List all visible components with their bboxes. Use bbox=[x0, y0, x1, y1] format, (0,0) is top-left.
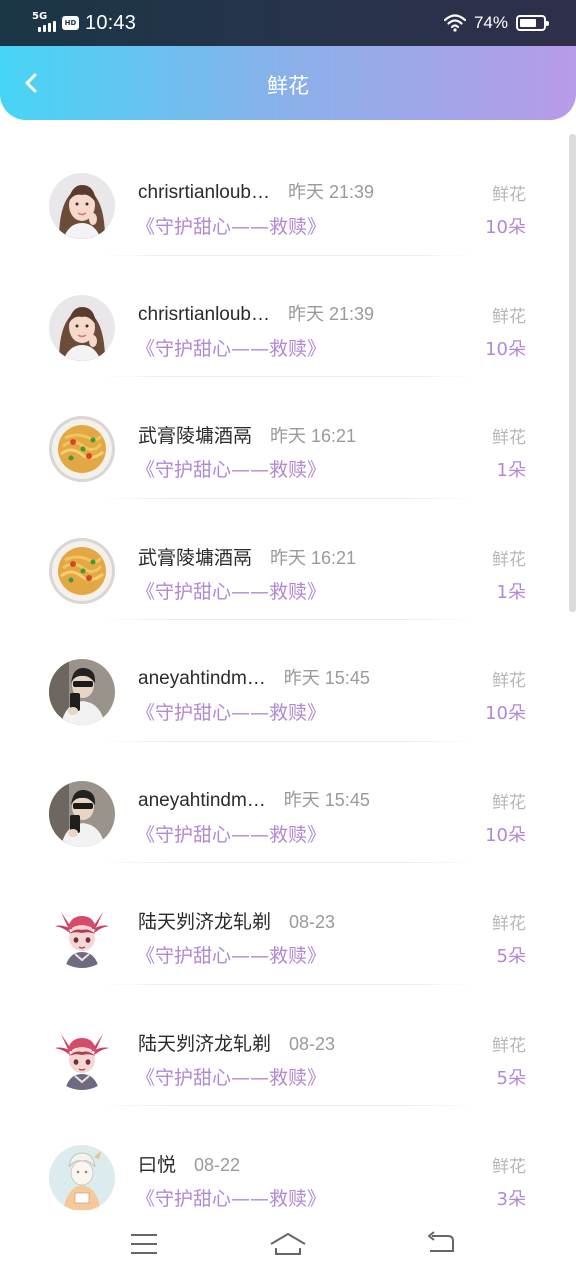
system-nav-bar bbox=[0, 1210, 576, 1280]
status-bar: 5G HD 10:43 74% bbox=[0, 0, 576, 46]
battery-icon bbox=[516, 15, 549, 31]
record-time: 昨天 16:21 bbox=[270, 547, 357, 568]
gift-type-label: 鲜花 bbox=[492, 549, 526, 570]
signal-5g-icon: 5G bbox=[32, 12, 58, 34]
avatar[interactable] bbox=[49, 902, 115, 968]
gift-type-label: 鲜花 bbox=[492, 1035, 526, 1056]
status-left: 5G HD 10:43 bbox=[32, 10, 136, 36]
hd-icon: HD bbox=[62, 16, 79, 30]
flower-count: 10朵 bbox=[485, 703, 526, 724]
record-time: 昨天 15:45 bbox=[283, 668, 370, 688]
book-title-link[interactable]: 《守护甜心——救赎》 bbox=[136, 698, 326, 725]
avatar[interactable] bbox=[49, 537, 115, 604]
chevron-left-icon bbox=[25, 73, 37, 93]
page-title: 鲜花 bbox=[267, 74, 309, 98]
sender-name[interactable]: 武膏陵墉酒鬲 bbox=[138, 543, 252, 570]
book-title-link[interactable]: 《守护甜心——救赎》 bbox=[136, 212, 326, 239]
gift-type-label: 鲜花 bbox=[492, 792, 526, 813]
record-header: chrisrtianloub… 昨天 21:39 bbox=[138, 178, 374, 204]
book-title-link[interactable]: 《守护甜心——救赎》 bbox=[136, 455, 326, 482]
header-bar: 鲜花 bbox=[0, 46, 576, 120]
record-row[interactable]: aneyahtindm… 昨天 15:45 《守护甜心——救赎》 鲜花 10朵 bbox=[0, 742, 576, 863]
flower-record-list[interactable]: chrisrtianloub… 昨天 21:39 《守护甜心——救赎》 鲜花 10朵 c… bbox=[0, 134, 576, 1210]
book-title-link[interactable]: 《守护甜心——救赎》 bbox=[136, 1063, 326, 1090]
avatar[interactable] bbox=[49, 659, 115, 725]
record-row[interactable]: 曰悦 08-22 《守护甜心——救赎》 鲜花 3朵 bbox=[0, 1106, 576, 1210]
menu-button[interactable] bbox=[120, 1224, 168, 1264]
record-row[interactable]: chrisrtianloub… 昨天 21:39 《守护甜心——救赎》 鲜花 10朵 bbox=[0, 256, 576, 377]
flower-count: 10朵 bbox=[485, 217, 526, 238]
record-row[interactable]: 陆天刿济龙轧剃 08-23 《守护甜心——救赎》 鲜花 5朵 bbox=[0, 985, 576, 1106]
record-time: 08-22 bbox=[194, 1155, 241, 1175]
wifi-icon bbox=[443, 14, 466, 32]
flower-count: 1朵 bbox=[496, 460, 526, 481]
record-time: 昨天 15:45 bbox=[283, 789, 370, 810]
flower-count: 5朵 bbox=[496, 1067, 526, 1089]
avatar[interactable] bbox=[49, 1145, 115, 1210]
record-row[interactable]: 陆天刿济龙轧剃 08-23 《守护甜心——救赎》 鲜花 5朵 bbox=[0, 863, 576, 985]
record-header: chrisrtianloub… 昨天 21:39 bbox=[138, 300, 374, 326]
record-header: 陆天刿济龙轧剃 08-23 bbox=[138, 1029, 335, 1056]
avatar[interactable] bbox=[49, 294, 115, 361]
sender-name[interactable]: 陆天刿济龙轧剃 bbox=[138, 1029, 271, 1056]
sender-name[interactable]: 曰悦 bbox=[138, 1150, 176, 1177]
book-title-link[interactable]: 《守护甜心——救赎》 bbox=[136, 334, 326, 361]
battery-percent: 74% bbox=[473, 13, 508, 32]
avatar[interactable] bbox=[49, 780, 115, 847]
gift-type-label: 鲜花 bbox=[492, 428, 526, 448]
record-row[interactable]: 武膏陵墉酒鬲 昨天 16:21 《守护甜心——救赎》 鲜花 1朵 bbox=[0, 499, 576, 620]
gift-type-label: 鲜花 bbox=[492, 671, 526, 691]
flower-count: 3朵 bbox=[496, 1189, 526, 1210]
book-title-link[interactable]: 《守护甜心——救赎》 bbox=[136, 1184, 326, 1210]
book-title-link[interactable]: 《守护甜心——救赎》 bbox=[136, 577, 326, 604]
gift-type-label: 鲜花 bbox=[492, 306, 526, 327]
flower-count: 10朵 bbox=[485, 824, 526, 846]
record-time: 08-23 bbox=[289, 912, 336, 932]
gift-type-label: 鲜花 bbox=[492, 185, 526, 205]
home-button[interactable] bbox=[264, 1224, 312, 1264]
flower-count: 1朵 bbox=[496, 581, 526, 603]
book-title-link[interactable]: 《守护甜心——救赎》 bbox=[136, 820, 326, 847]
back-arrow-icon bbox=[428, 1231, 454, 1252]
sender-name[interactable]: 武膏陵墉酒鬲 bbox=[138, 421, 252, 448]
sender-name[interactable]: chrisrtianloub… bbox=[138, 182, 270, 204]
record-time: 昨天 21:39 bbox=[288, 182, 375, 202]
book-title-link[interactable]: 《守护甜心——救赎》 bbox=[136, 941, 326, 968]
status-right: 74% bbox=[443, 10, 549, 36]
battery-level-fill bbox=[520, 19, 536, 27]
record-row[interactable]: 武膏陵墉酒鬲 昨天 16:21 《守护甜心——救赎》 鲜花 1朵 bbox=[0, 377, 576, 499]
record-header: 武膏陵墉酒鬲 昨天 16:21 bbox=[138, 543, 356, 570]
flower-count: 10朵 bbox=[485, 338, 526, 360]
avatar[interactable] bbox=[49, 1023, 115, 1090]
record-header: 武膏陵墉酒鬲 昨天 16:21 bbox=[138, 421, 356, 448]
menu-icon bbox=[131, 1234, 157, 1254]
flower-records-screen: 5G HD 10:43 74% 鲜花 chrisrtianloub… 昨天 21… bbox=[0, 0, 576, 1280]
sender-name[interactable]: 陆天刿济龙轧剃 bbox=[138, 907, 271, 934]
sender-name[interactable]: chrisrtianloub… bbox=[138, 304, 270, 326]
record-row[interactable]: aneyahtindm… 昨天 15:45 《守护甜心——救赎》 鲜花 10朵 bbox=[0, 620, 576, 742]
flower-count: 5朵 bbox=[496, 946, 526, 967]
back-button[interactable] bbox=[14, 66, 48, 100]
record-time: 昨天 21:39 bbox=[288, 303, 375, 324]
scrollbar[interactable] bbox=[569, 134, 576, 612]
record-time: 08-23 bbox=[289, 1033, 336, 1054]
avatar[interactable] bbox=[49, 416, 115, 482]
record-header: 曰悦 08-22 bbox=[138, 1150, 240, 1177]
record-row[interactable]: chrisrtianloub… 昨天 21:39 《守护甜心——救赎》 鲜花 10朵 bbox=[0, 134, 576, 256]
record-header: 陆天刿济龙轧剃 08-23 bbox=[138, 907, 335, 934]
gift-type-label: 鲜花 bbox=[492, 1157, 526, 1177]
avatar[interactable] bbox=[49, 173, 115, 239]
sender-name[interactable]: aneyahtindm… bbox=[138, 790, 266, 812]
home-icon bbox=[270, 1233, 306, 1255]
record-header: aneyahtindm… 昨天 15:45 bbox=[138, 664, 370, 690]
record-time: 昨天 16:21 bbox=[270, 426, 357, 446]
record-header: aneyahtindm… 昨天 15:45 bbox=[138, 786, 370, 812]
clock: 10:43 bbox=[85, 11, 137, 34]
gift-type-label: 鲜花 bbox=[492, 914, 526, 934]
sender-name[interactable]: aneyahtindm… bbox=[138, 668, 266, 690]
system-back-button[interactable] bbox=[416, 1224, 464, 1264]
